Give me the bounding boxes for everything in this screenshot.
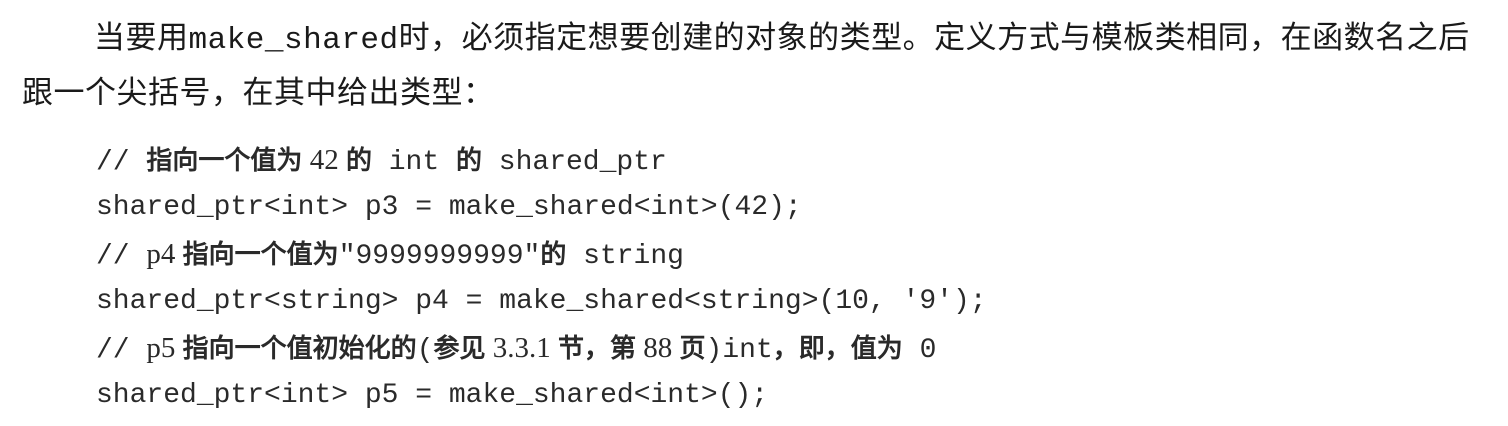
comment-fragment: // [96,335,147,366]
intro-paragraph: 当要用make_shared时，必须指定想要创建的对象的类型。定义方式与模板类相… [22,12,1492,119]
comment-fragment: int [371,147,456,178]
comment-fragment: 指向一个值为 [146,146,303,176]
comment-fragment: // [96,241,147,272]
document-page: 当要用make_shared时，必须指定想要创建的对象的类型。定义方式与模板类相… [0,0,1508,426]
comment-fragment: p5 [146,332,183,364]
inline-code-make-shared: make_shared [188,23,399,58]
comment-fragment: string [566,241,684,272]
paragraph-text-1: 当要用 [94,20,189,56]
comment-fragment: p4 [146,238,183,270]
comment-fragment: 的 [345,146,372,176]
code-comment-line: // p5 指向一个值初始化的(参见 3.3.1 节，第 88 页)int，即，… [96,325,1486,372]
comment-fragment: )int [705,335,773,366]
comment-fragment: 0 [902,335,937,366]
comment-fragment: 88 [636,332,680,364]
comment-fragment: ，即，值为 [772,334,903,364]
code-comment-line: // p4 指向一个值为"9999999999"的 string [96,231,1486,278]
code-statement-line: shared_ptr<int> p3 = make_shared<int>(42… [96,192,802,223]
comment-fragment: // [96,147,147,178]
comment-fragment: 的 [540,240,567,270]
comment-fragment: 页 [679,334,706,364]
comment-fragment: 指向一个值初始化的 [182,334,417,364]
comment-fragment: 指向一个值为 [182,240,339,270]
comment-fragment: 参见 [433,334,486,364]
comment-fragment: 的 [455,146,482,176]
comment-fragment: 3.3.1 [485,332,559,364]
code-block: // 指向一个值为 42 的 int 的 shared_ptr shared_pt… [96,137,1486,419]
code-statement-line: shared_ptr<string> p4 = make_shared<stri… [96,286,987,317]
comment-fragment: 42 [302,144,346,176]
code-statement-line: shared_ptr<int> p5 = make_shared<int>(); [96,380,769,411]
comment-fragment: 节，第 [558,334,637,364]
comment-fragment: ( [416,335,434,366]
comment-fragment: "9999999999" [338,241,541,272]
code-comment-line: // 指向一个值为 42 的 int 的 shared_ptr [96,137,1486,184]
comment-fragment: shared_ptr [481,147,667,178]
